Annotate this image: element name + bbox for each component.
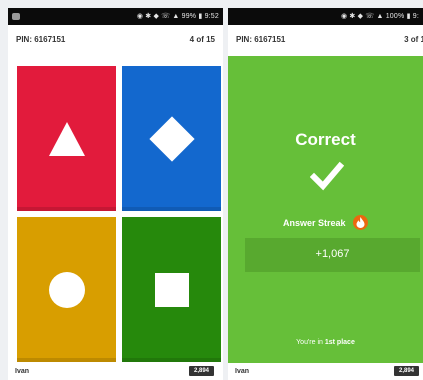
diamond-icon: [148, 115, 195, 162]
question-progress: 4 of 15: [189, 35, 215, 44]
status-bar: ◉ ✱ ◆ ☏ ▲ 100% ▮ 9:: [228, 8, 423, 25]
flame-icon: [352, 215, 368, 231]
player-bar: Ivan 2,894: [8, 363, 223, 380]
streak-label: Answer Streak: [283, 217, 346, 228]
status-indicators: ◉ ✱ ◆ ☏ ▲ 100% ▮ 9:: [340, 13, 419, 20]
game-header: PIN: 6167151 4 of 15: [8, 25, 223, 56]
notification-icon: [12, 13, 20, 20]
place-value: 1st place: [324, 339, 355, 346]
phone-screen-question: ◉ ✱ ◆ ☏ ▲ 99% ▮ 9:52 PIN: 6167151 4 of 1…: [8, 8, 223, 380]
game-header: PIN: 6167151 3 of 1: [228, 25, 423, 56]
checkmark-icon: [310, 161, 344, 191]
status-indicators: ◉ ✱ ◆ ☏ ▲ 99% ▮ 9:52: [136, 13, 219, 20]
answer-grid: [17, 66, 221, 363]
result-title: Correct: [295, 130, 356, 149]
game-pin: PIN: 6167151: [16, 35, 66, 44]
score-badge: 2,894: [188, 366, 214, 376]
place-message: You're in 1st place: [228, 339, 423, 346]
answer-button-green[interactable]: [122, 217, 221, 362]
place-prefix: You're in: [296, 339, 325, 346]
answer-button-red[interactable]: [17, 66, 116, 211]
triangle-icon: [48, 121, 85, 156]
phone-screen-result: ◉ ✱ ◆ ☏ ▲ 100% ▮ 9: PIN: 6167151 3 of 1 …: [228, 8, 423, 380]
points-earned-box: +1,067: [245, 238, 420, 272]
answer-streak: Answer Streak: [228, 214, 423, 232]
answer-button-yellow[interactable]: [17, 217, 116, 362]
points-earned: +1,067: [315, 248, 350, 260]
game-pin: PIN: 6167151: [236, 35, 286, 44]
result-panel: Correct Answer Streak +1,067 You're in 1…: [228, 56, 423, 363]
player-bar: Ivan 2,894: [228, 363, 423, 380]
answer-button-blue[interactable]: [122, 66, 221, 211]
square-icon: [154, 272, 189, 307]
circle-icon: [48, 271, 85, 308]
status-bar: ◉ ✱ ◆ ☏ ▲ 99% ▮ 9:52: [8, 8, 223, 25]
score-badge: 2,894: [393, 366, 419, 376]
player-name: Ivan: [235, 368, 250, 375]
player-name: Ivan: [15, 368, 30, 375]
question-progress: 3 of 1: [404, 35, 423, 44]
